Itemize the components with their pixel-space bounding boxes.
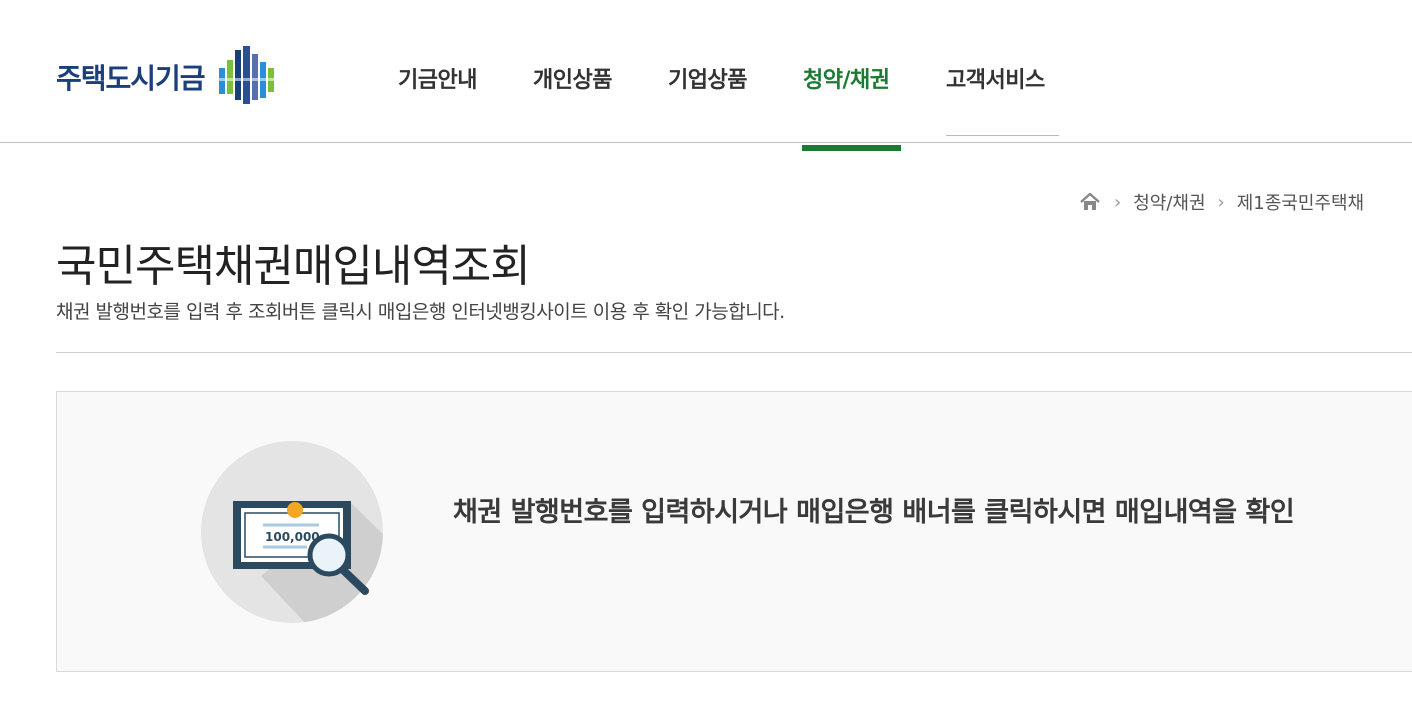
info-message: 채권 발행번호를 입력하시거나 매입은행 배너를 클릭하시면 매입내역을 확인 [453, 497, 1295, 528]
logo-building-icon [216, 46, 277, 104]
info-box: 100,000 채권 발행번호를 입력하시거나 매입은행 배너를 클릭하시면 매… [56, 391, 1412, 672]
site-header: 주택도시기금 기금안내 개인상품 기업상품 청약/채권 고객서비스 [0, 0, 1412, 143]
site-logo[interactable]: 주택도시기금 [56, 46, 281, 108]
breadcrumb-separator: › [1114, 191, 1122, 213]
bond-amount-text: 100,000 [265, 530, 320, 544]
bond-search-illustration: 100,000 [201, 441, 383, 623]
breadcrumb-item-subscription-bonds[interactable]: 청약/채권 [1133, 189, 1205, 215]
page-title: 국민주택채권매입내역조회 [56, 241, 531, 292]
breadcrumb-separator: › [1217, 191, 1225, 213]
nav-item-subscription-bonds[interactable]: 청약/채권 [803, 62, 890, 94]
nav-item-personal-products[interactable]: 개인상품 [533, 62, 612, 94]
section-divider [56, 352, 1412, 353]
nav-item-fund-info[interactable]: 기금안내 [398, 62, 477, 94]
nav-item-business-products[interactable]: 기업상품 [668, 62, 747, 94]
nav-active-indicator [802, 145, 901, 151]
breadcrumb-item-current[interactable]: 제1종국민주택채 [1237, 189, 1364, 215]
logo-text: 주택도시기금 [56, 62, 206, 95]
page-description: 채권 발행번호를 입력 후 조회버튼 클릭시 매입은행 인터넷뱅킹사이트 이용 … [56, 301, 785, 323]
nav-hover-line [946, 135, 1059, 136]
home-icon[interactable] [1078, 190, 1102, 214]
nav-item-customer-service[interactable]: 고객서비스 [946, 62, 1045, 94]
breadcrumb: › 청약/채권 › 제1종국민주택채 [1078, 188, 1364, 216]
